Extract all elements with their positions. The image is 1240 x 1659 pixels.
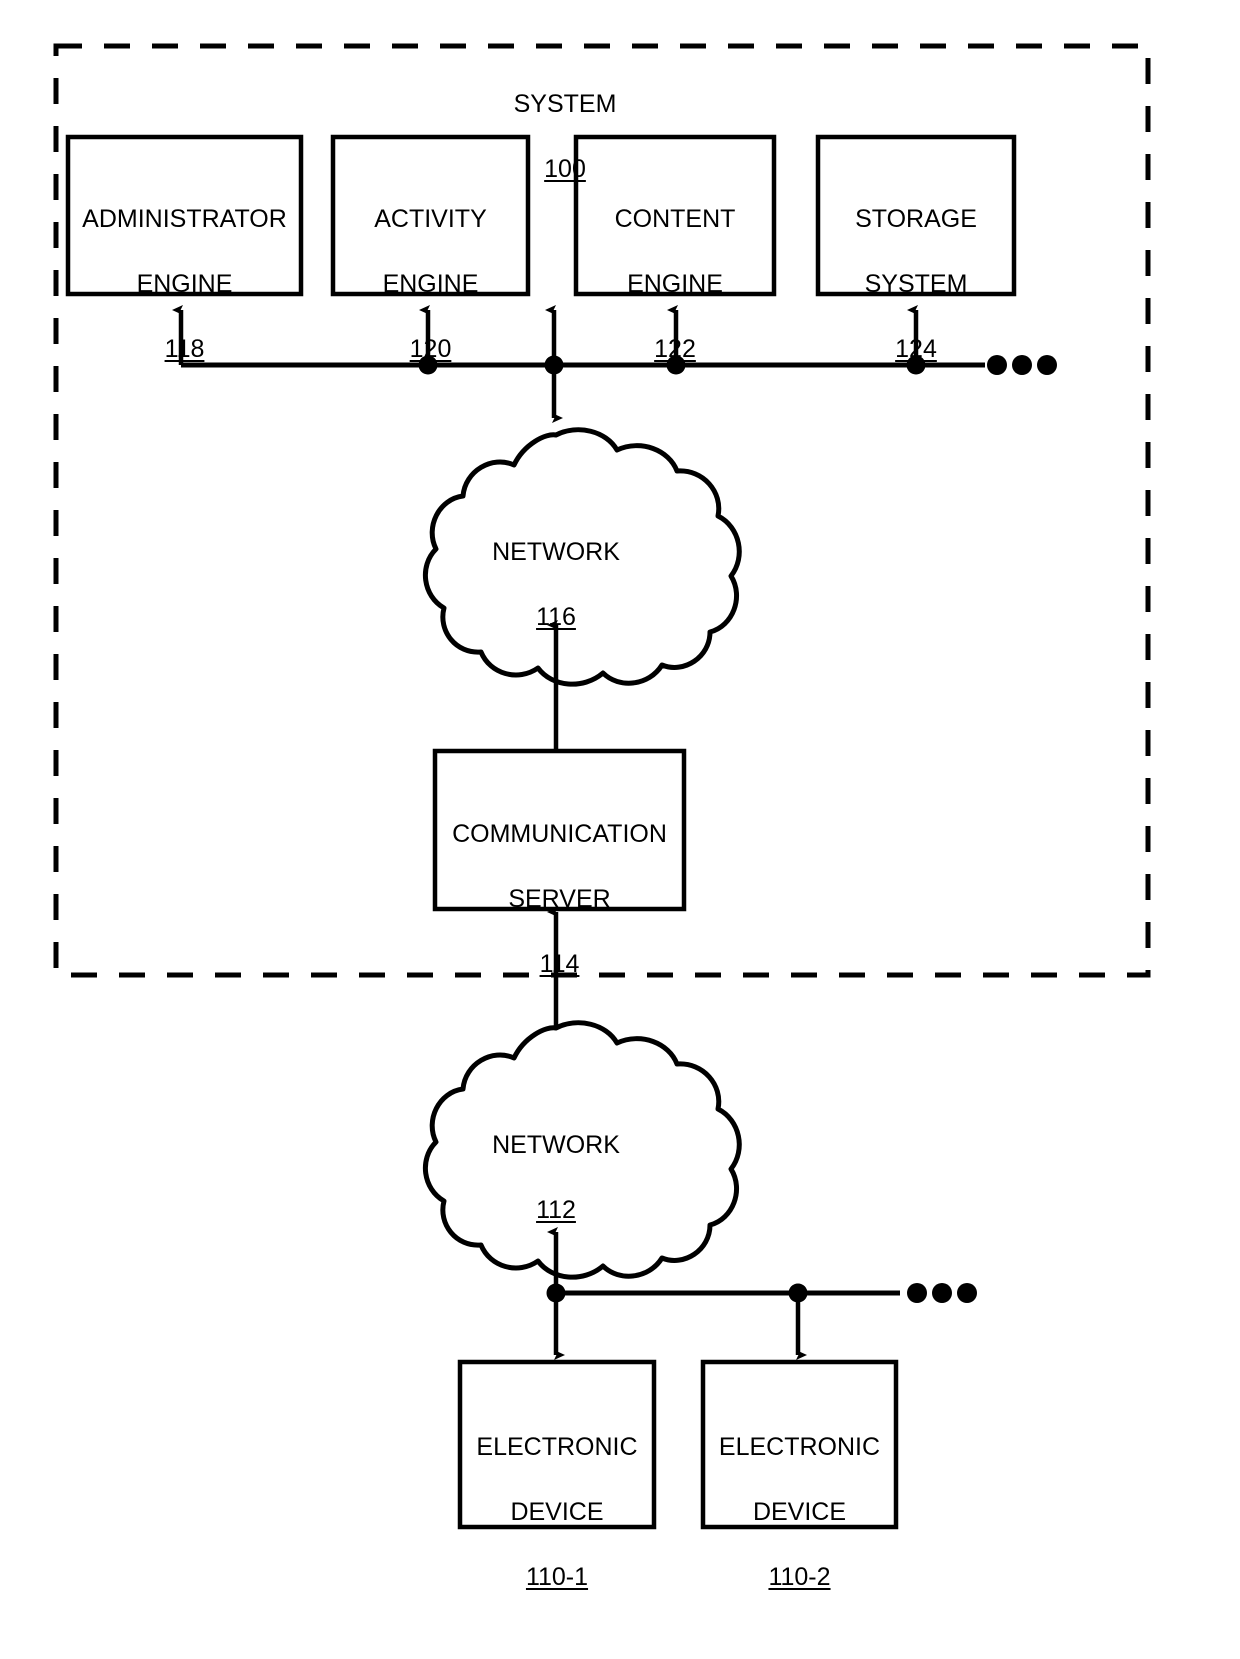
network-cloud-lower-shape xyxy=(422,1020,742,1280)
electronic-device-boxes-group xyxy=(457,1359,899,1530)
diagram-vector-layer xyxy=(53,43,1151,1530)
network-cloud-upper-shape xyxy=(422,427,742,687)
bus-ellipsis-upper xyxy=(987,355,1057,375)
upper-bus-group xyxy=(172,305,985,423)
communication-server-box-shape xyxy=(432,748,687,912)
engine-boxes-group xyxy=(65,134,1017,297)
figure-canvas: SYSTEM 100 ADMINISTRATOR ENGINE 118 ACTI… xyxy=(0,0,1240,1659)
bus-ellipsis-lower xyxy=(907,1283,977,1303)
